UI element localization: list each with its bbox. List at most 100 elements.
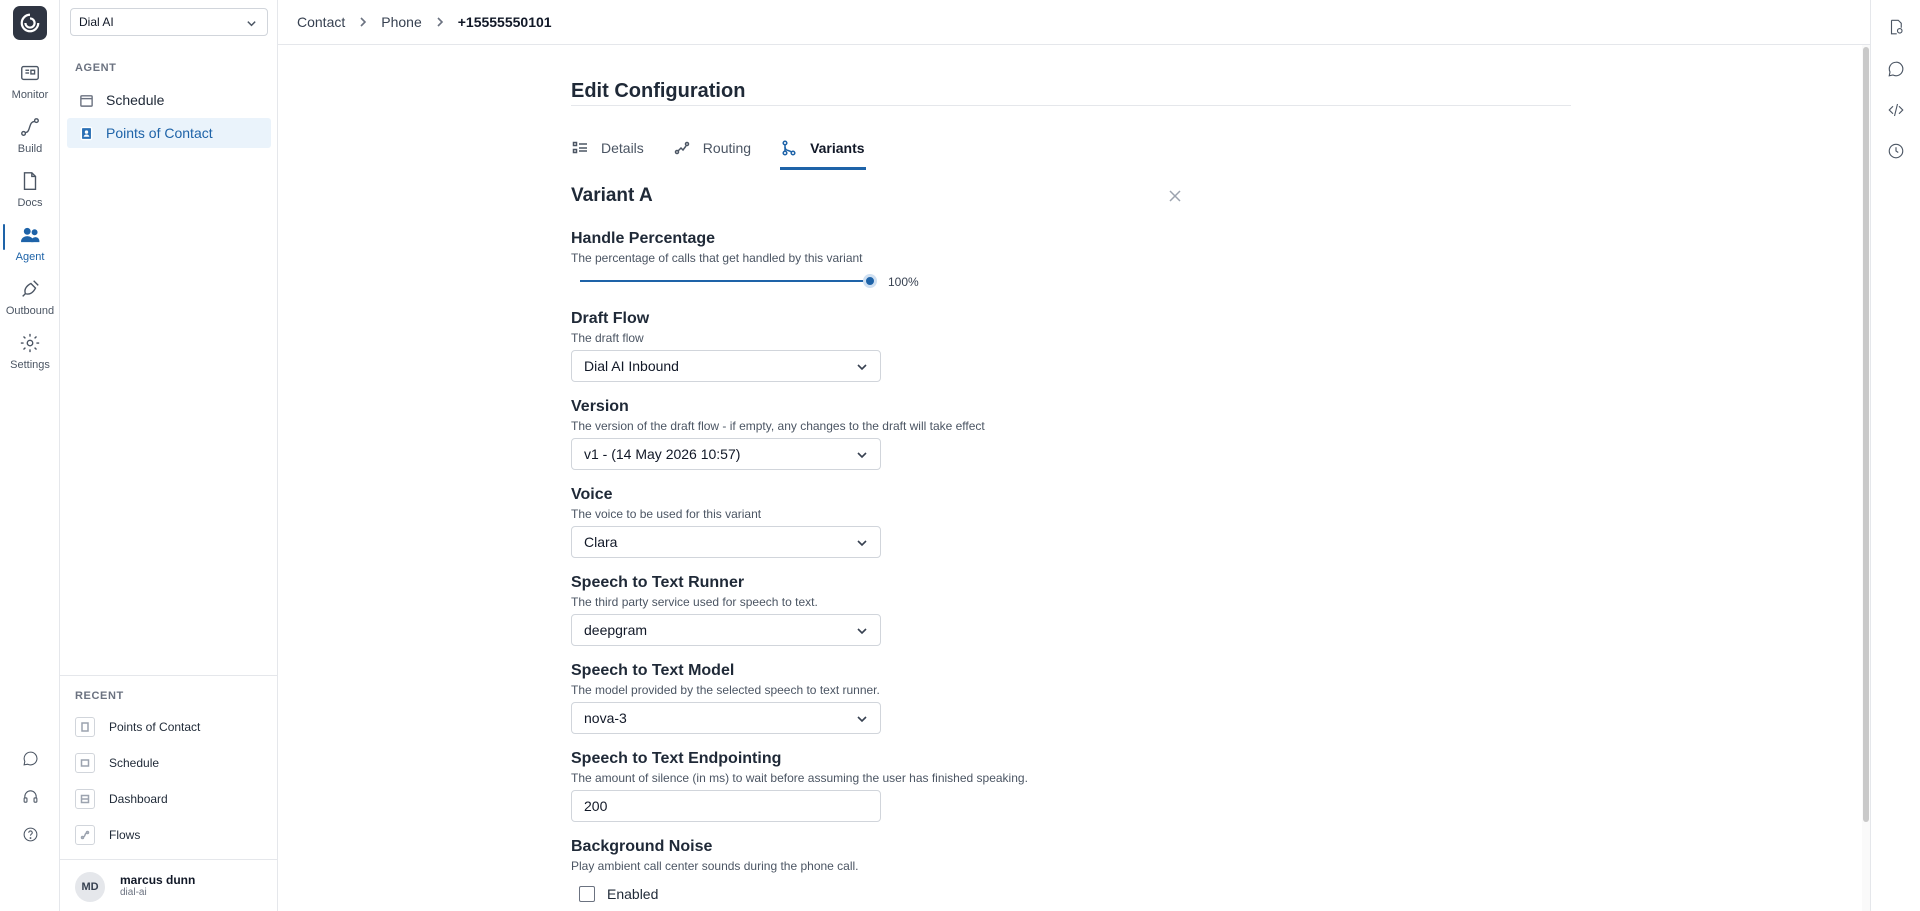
nav-item-points-of-contact[interactable]: Points of Contact [67, 118, 271, 148]
rail-label: Agent [15, 251, 45, 263]
build-icon [21, 118, 39, 136]
chevron-down-icon [857, 540, 867, 547]
rail-label: Outbound [5, 305, 55, 317]
stt-model-description: The model provided by the selected speec… [571, 683, 880, 697]
help-icon [23, 827, 37, 841]
background-noise-checkbox[interactable] [579, 886, 595, 902]
nav-item-label: Points of Contact [106, 125, 213, 141]
headset-icon [23, 789, 37, 803]
agent-icon [21, 227, 40, 243]
page-title: Edit Configuration [571, 80, 746, 102]
version-label: Version [571, 398, 629, 415]
org-select-value: Dial AI [79, 15, 114, 29]
tab-details[interactable]: Details [571, 138, 645, 170]
right-rail-history-button[interactable] [1887, 142, 1905, 160]
app-logo[interactable] [13, 6, 47, 40]
rail-item-agent[interactable]: Agent [0, 224, 60, 274]
recent-divider [60, 675, 278, 676]
tab-routing[interactable]: Routing [673, 138, 752, 170]
background-noise-checkbox-label[interactable]: Enabled [607, 886, 658, 902]
rail-item-monitor[interactable]: Monitor [0, 62, 60, 112]
background-noise-label: Background Noise [571, 838, 713, 855]
stt-endpointing-label: Speech to Text Endpointing [571, 750, 782, 767]
monitor-icon [21, 65, 39, 81]
breadcrumb-item-contact[interactable]: Contact [297, 14, 345, 30]
stt-runner-description: The third party service used for speech … [571, 595, 818, 609]
breadcrumb-item-current: +15555550101 [457, 14, 552, 30]
chevron-right-icon [437, 17, 443, 27]
nav-section-label: AGENT [75, 62, 117, 74]
nav-panel: Dial AI AGENT Schedule Points of Contact… [60, 0, 278, 911]
voice-select[interactable]: Clara [571, 526, 881, 558]
scrollbar[interactable] [1862, 45, 1870, 911]
recent-item-points-of-contact[interactable]: Points of Contact [75, 714, 271, 740]
recent-item-schedule[interactable]: Schedule [75, 750, 271, 776]
voice-value: Clara [584, 534, 618, 550]
rail-label: Settings [10, 359, 50, 371]
rail-label: Docs [17, 197, 43, 209]
tab-bar: Details Routing Variants [571, 138, 894, 170]
draft-flow-select[interactable]: Dial AI Inbound [571, 350, 881, 382]
code-icon [1888, 103, 1904, 117]
logo-icon [20, 13, 40, 33]
user-name: marcus dunn [120, 873, 196, 887]
recent-item-label: Points of Contact [109, 720, 201, 734]
remove-variant-button[interactable] [1167, 188, 1183, 204]
version-value: v1 - (14 May 2026 10:57) [584, 446, 741, 462]
stt-runner-select[interactable]: deepgram [571, 614, 881, 646]
recent-item-label: Schedule [109, 756, 160, 770]
chat-icon [22, 751, 37, 766]
stt-endpointing-description: The amount of silence (in ms) to wait be… [571, 771, 1028, 785]
tab-label: Variants [810, 140, 865, 156]
handle-percentage-slider-thumb[interactable] [863, 274, 877, 288]
title-divider [571, 105, 1571, 106]
rail-item-build[interactable]: Build [0, 116, 60, 166]
stt-model-label: Speech to Text Model [571, 662, 735, 679]
docs-icon [23, 172, 37, 190]
flows-icon [75, 825, 95, 845]
rail-support-button[interactable] [0, 784, 60, 808]
nav-item-schedule[interactable]: Schedule [67, 85, 271, 115]
chevron-down-icon [857, 452, 867, 459]
recent-item-flows[interactable]: Flows [75, 822, 271, 848]
rail-item-outbound[interactable]: Outbound [0, 278, 60, 328]
rail-help-button[interactable] [0, 822, 60, 846]
right-rail-chat-button[interactable] [1887, 60, 1905, 78]
handle-percentage-slider[interactable] [580, 280, 870, 282]
right-rail [1870, 0, 1920, 911]
gear-icon [20, 333, 40, 353]
calendar-icon [80, 94, 93, 107]
tab-variants[interactable]: Variants [780, 138, 867, 170]
right-rail-code-button[interactable] [1887, 101, 1905, 119]
recent-item-label: Flows [109, 828, 141, 842]
handle-percentage-value: 100% [888, 275, 919, 289]
org-select[interactable]: Dial AI [70, 8, 268, 36]
breadcrumb-item-phone[interactable]: Phone [381, 14, 421, 30]
icon-rail: Monitor Build Docs Agent Outbound Settin… [0, 0, 60, 911]
routing-icon [674, 141, 690, 155]
voice-description: The voice to be used for this variant [571, 507, 762, 521]
version-select[interactable]: v1 - (14 May 2026 10:57) [571, 438, 881, 470]
stt-runner-value: deepgram [584, 622, 648, 638]
stt-model-value: nova-3 [584, 710, 627, 726]
user-divider [60, 859, 278, 860]
right-rail-call-log-button[interactable] [1887, 18, 1905, 36]
contact-book-icon [80, 126, 93, 140]
details-icon [572, 141, 587, 154]
background-noise-description: Play ambient call center sounds during t… [571, 859, 859, 873]
stt-model-select[interactable]: nova-3 [571, 702, 881, 734]
tab-label: Routing [702, 140, 752, 156]
rail-chat-button[interactable] [0, 746, 60, 770]
stt-endpointing-input[interactable] [571, 790, 881, 822]
recent-item-dashboard[interactable]: Dashboard [75, 786, 271, 812]
stt-runner-label: Speech to Text Runner [571, 574, 745, 591]
chevron-down-icon [857, 364, 867, 371]
recent-item-label: Dashboard [109, 792, 168, 806]
rail-label: Build [17, 143, 43, 155]
scrollbar-thumb[interactable] [1863, 47, 1869, 822]
rail-item-docs[interactable]: Docs [0, 170, 60, 220]
rail-item-settings[interactable]: Settings [0, 332, 60, 382]
chat-icon [1888, 61, 1904, 77]
chevron-down-icon [857, 716, 867, 723]
avatar[interactable]: MD [75, 872, 105, 902]
